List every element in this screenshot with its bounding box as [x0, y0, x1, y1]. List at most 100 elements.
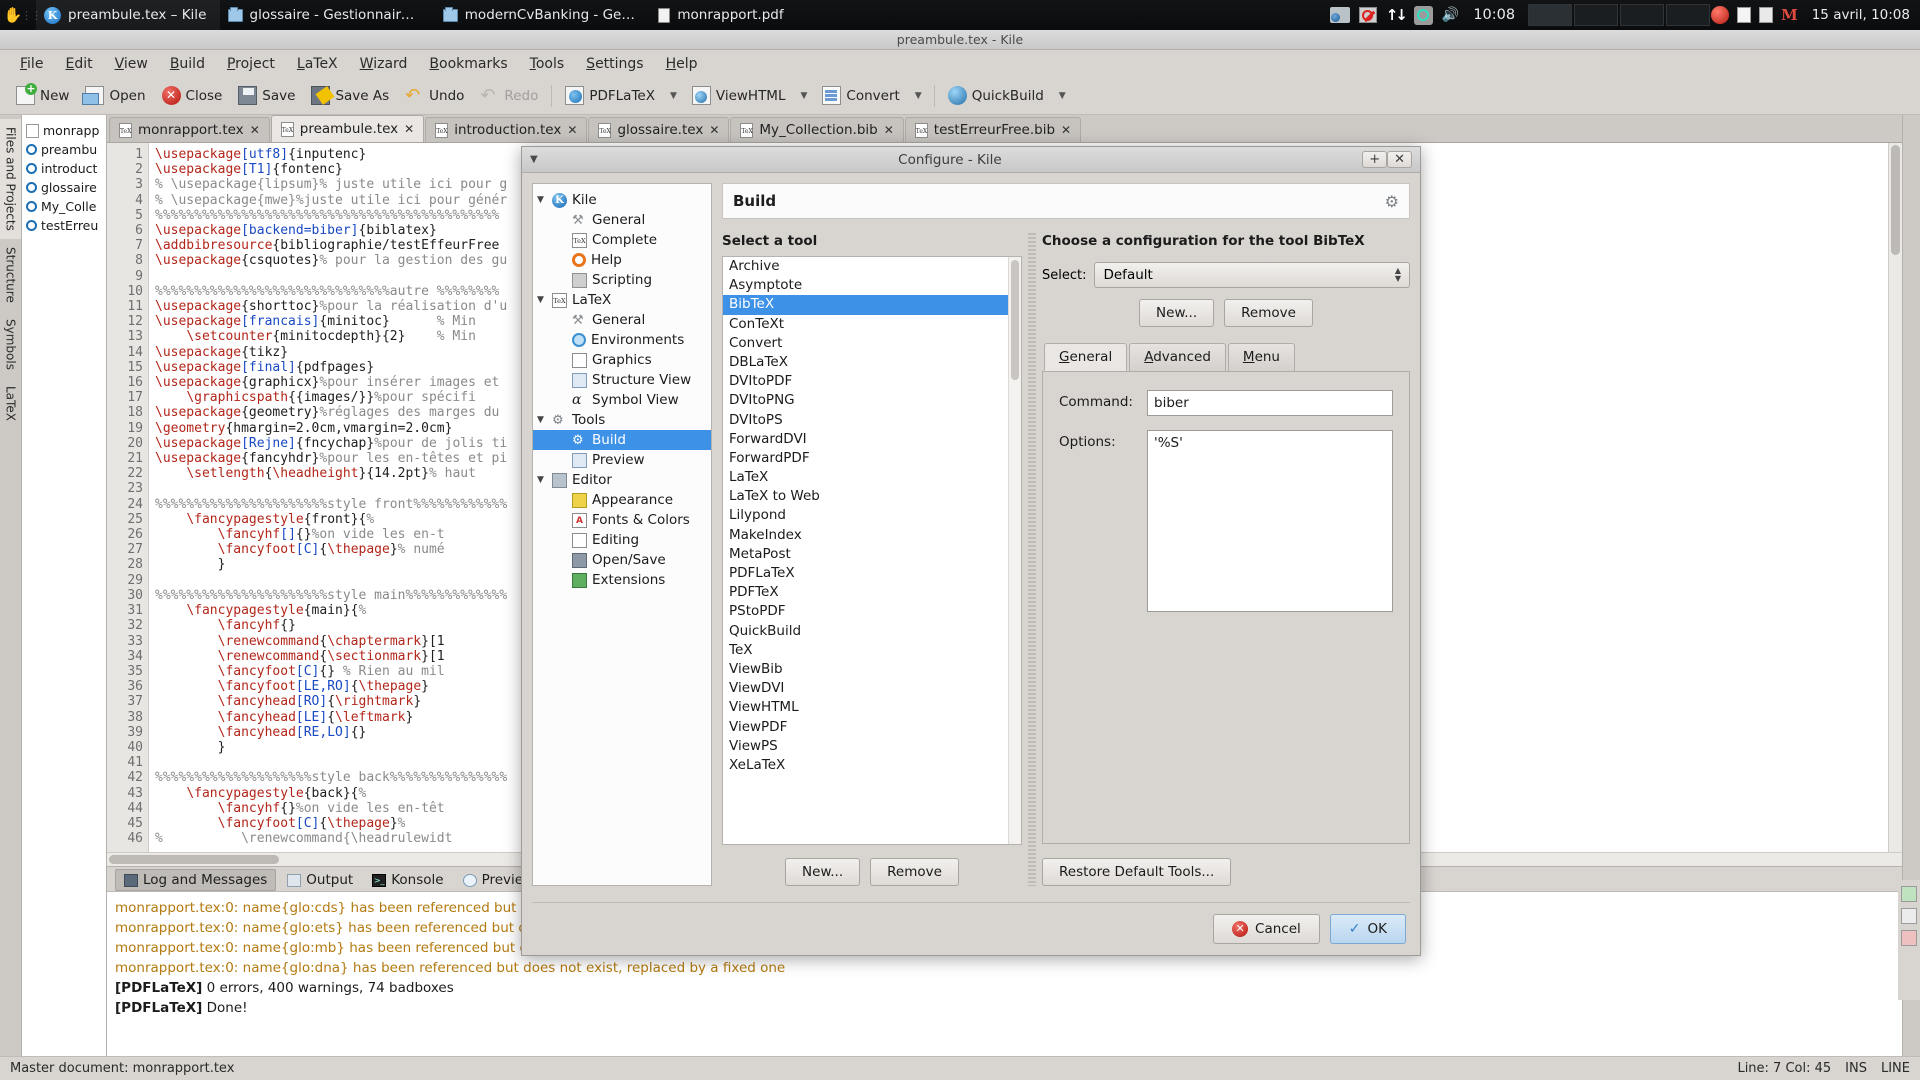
- desktop-3[interactable]: [1620, 4, 1665, 26]
- panel-grip[interactable]: ⋮⋮: [21, 0, 42, 30]
- vtab-latex[interactable]: LaTeX: [0, 378, 21, 429]
- toolbar-save-as-button[interactable]: Save As: [303, 83, 397, 108]
- tool-list-item-bibtex[interactable]: BibTeX: [723, 295, 1021, 315]
- tool-list-item-dvitops[interactable]: DVItoPS: [723, 411, 1021, 430]
- tool-list-item-convert[interactable]: Convert: [723, 334, 1021, 353]
- statusbar-line-mode[interactable]: LINE: [1881, 1061, 1910, 1076]
- scroll-thumb[interactable]: [1891, 145, 1900, 255]
- close-tab-icon[interactable]: ✕: [709, 123, 719, 137]
- config-new-button[interactable]: New...: [1139, 299, 1215, 327]
- close-tab-icon[interactable]: ✕: [404, 122, 414, 136]
- toolbar-open-button[interactable]: Open: [77, 83, 153, 108]
- dialog-close-icon[interactable]: ✕: [1387, 151, 1412, 168]
- settings-tree-item-scripting[interactable]: Scripting: [533, 270, 711, 290]
- file-item-3[interactable]: glossaire: [26, 178, 106, 197]
- desktop-4[interactable]: [1666, 4, 1711, 26]
- tool-list[interactable]: Archive Asymptote BibTeX ConTeXt Convert DBLa…: [722, 256, 1022, 845]
- blocked-icon[interactable]: [1358, 7, 1377, 23]
- file-item-4[interactable]: My_Colle: [26, 197, 106, 216]
- log-tab-log-and-messages[interactable]: Log and Messages: [115, 869, 277, 891]
- tool-list-item-viewhtml[interactable]: ViewHTML: [723, 698, 1021, 717]
- tool-list-item-quickbuild[interactable]: QuickBuild: [723, 622, 1021, 641]
- settings-tree-item-latex[interactable]: ▼ TeX LaTeX: [533, 290, 711, 310]
- menu-project[interactable]: Project: [217, 53, 285, 75]
- settings-tree-item-general[interactable]: ⚒ General: [533, 210, 711, 230]
- zoom-in-icon[interactable]: [1901, 886, 1917, 902]
- gear-icon[interactable]: ⚙: [1385, 193, 1399, 209]
- config-remove-button[interactable]: Remove: [1224, 299, 1313, 327]
- updown-arrows-icon[interactable]: ↑↓: [1386, 6, 1408, 24]
- settings-tree-item-open-save[interactable]: Open/Save: [533, 550, 711, 570]
- settings-tree-item-general[interactable]: ⚒ General: [533, 310, 711, 330]
- file-item-0[interactable]: monrapp: [26, 121, 106, 140]
- tool-list-item-makeindex[interactable]: MakeIndex: [723, 526, 1021, 545]
- vtab-structure[interactable]: Structure: [0, 239, 21, 311]
- expand-caret-icon[interactable]: ▼: [537, 475, 547, 485]
- tool-remove-button[interactable]: Remove: [870, 858, 959, 886]
- menu-tools[interactable]: Tools: [520, 53, 575, 75]
- settings-tree-item-appearance[interactable]: Appearance: [533, 490, 711, 510]
- toolbar-pdflatex-dropdown-icon[interactable]: ▼: [663, 88, 684, 104]
- statusbar-insert-mode[interactable]: INS: [1845, 1061, 1867, 1076]
- expand-caret-icon[interactable]: ▼: [537, 415, 547, 425]
- options-input[interactable]: '%S': [1147, 430, 1393, 612]
- file-item-1[interactable]: preambu: [26, 140, 106, 159]
- editor-tab-preambule-tex[interactable]: TeX preambule.tex ✕: [270, 115, 425, 142]
- tool-list-item-archive[interactable]: Archive: [723, 257, 1021, 276]
- toolbar-convert-button[interactable]: Convert: [814, 83, 907, 108]
- settings-tree-item-graphics[interactable]: Graphics: [533, 350, 711, 370]
- desktop-2[interactable]: [1574, 4, 1619, 26]
- tool-list-item-dvitopng[interactable]: DVItoPNG: [723, 391, 1021, 410]
- tool-list-item-context[interactable]: ConTeXt: [723, 315, 1021, 334]
- tool-list-item-metapost[interactable]: MetaPost: [723, 545, 1021, 564]
- volume-icon[interactable]: 🔊: [1442, 7, 1459, 23]
- expand-caret-icon[interactable]: ▼: [537, 295, 547, 305]
- tool-list-item-forwarddvi[interactable]: ForwardDVI: [723, 430, 1021, 449]
- dialog-menu-caret-icon[interactable]: ▼: [530, 154, 538, 165]
- tool-list-item-viewpdf[interactable]: ViewPDF: [723, 718, 1021, 737]
- dialog-titlebar[interactable]: ▼ Configure - Kile + ✕: [522, 147, 1420, 173]
- log-tab-konsole[interactable]: >_ Konsole: [364, 870, 451, 890]
- fit-page-icon[interactable]: [1901, 930, 1917, 946]
- configuration-select[interactable]: Default ▲ ▼: [1094, 262, 1410, 288]
- editor-tab-introduction-tex[interactable]: TeX introduction.tex ✕: [425, 117, 588, 142]
- ok-button[interactable]: ✓ OK: [1329, 914, 1406, 944]
- tool-list-item-latex[interactable]: LaTeX: [723, 468, 1021, 487]
- toolbar-viewhtml-button[interactable]: ViewHTML: [684, 83, 794, 108]
- settings-tree-item-complete[interactable]: TeX Complete: [533, 230, 711, 250]
- tool-list-item-latex-to-web[interactable]: LaTeX to Web: [723, 487, 1021, 506]
- tool-list-item-dblatex[interactable]: DBLaTeX: [723, 353, 1021, 372]
- settings-tree-item-structure-view[interactable]: Structure View: [533, 370, 711, 390]
- settings-tree-item-editing[interactable]: Editing: [533, 530, 711, 550]
- expand-caret-icon[interactable]: ▼: [537, 195, 547, 205]
- menu-wizard[interactable]: Wizard: [350, 53, 418, 75]
- tool-list-item-pdftex[interactable]: PDFTeX: [723, 583, 1021, 602]
- panel-splitter[interactable]: [1028, 233, 1036, 886]
- close-tab-icon[interactable]: ✕: [250, 123, 260, 137]
- settings-tree-item-help[interactable]: Help: [533, 250, 711, 270]
- toolbar-viewhtml-dropdown-icon[interactable]: ▼: [793, 88, 814, 104]
- file-item-2[interactable]: introduct: [26, 159, 106, 178]
- close-tab-icon[interactable]: ✕: [1061, 123, 1071, 137]
- editor-tab-testerreurfree-bib[interactable]: TeX testErreurFree.bib ✕: [904, 117, 1082, 142]
- menu-bookmarks[interactable]: Bookmarks: [419, 53, 517, 75]
- settings-tree-item-kile[interactable]: ▼ K Kile: [533, 190, 711, 210]
- close-tab-icon[interactable]: ✕: [884, 123, 894, 137]
- menu-edit[interactable]: Edit: [55, 53, 102, 75]
- editor-vertical-scrollbar[interactable]: [1888, 143, 1902, 852]
- menu-help[interactable]: Help: [656, 53, 708, 75]
- settings-tree-item-fonts-colors[interactable]: A Fonts & Colors: [533, 510, 711, 530]
- restore-default-tools-button[interactable]: Restore Default Tools...: [1042, 858, 1232, 886]
- editor-tab-monrapport-tex[interactable]: TeX monrapport.tex ✕: [109, 117, 270, 142]
- config-tab-advanced[interactable]: Advanced: [1129, 343, 1226, 371]
- toolbar-save-button[interactable]: Save: [230, 83, 303, 108]
- toolbar-quickbuild-button[interactable]: QuickBuild: [940, 83, 1052, 108]
- editor-tab-glossaire-tex[interactable]: TeX glossaire.tex ✕: [588, 117, 730, 142]
- toolbar-pdflatex-button[interactable]: PDFLaTeX: [557, 83, 663, 108]
- settings-tree-item-extensions[interactable]: Extensions: [533, 570, 711, 590]
- tool-list-item-tex[interactable]: TeX: [723, 641, 1021, 660]
- vtab-files-and-projects[interactable]: Files and Projects: [0, 119, 21, 239]
- toolbar-new-button[interactable]: New: [8, 83, 77, 108]
- taskbar-clock[interactable]: 10:08: [1469, 7, 1527, 23]
- tool-list-item-lilypond[interactable]: Lilypond: [723, 506, 1021, 525]
